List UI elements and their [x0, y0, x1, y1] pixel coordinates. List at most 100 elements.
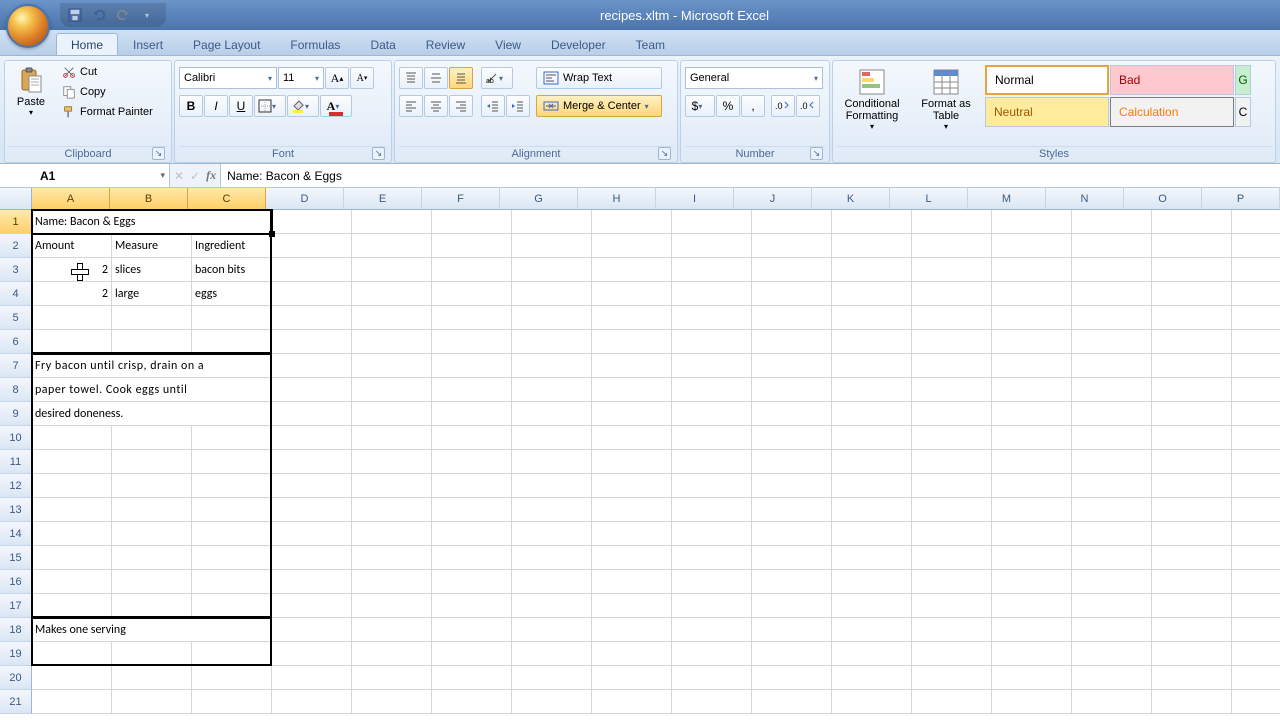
row-header-9[interactable]: 9 [0, 402, 32, 426]
conditional-formatting-button[interactable]: Conditional Formatting▾ [837, 65, 907, 134]
orientation-button[interactable]: ab▾ [481, 67, 513, 89]
undo-icon[interactable] [90, 6, 108, 24]
cell-A4[interactable]: 2 [32, 282, 112, 306]
row-header-10[interactable]: 10 [0, 426, 32, 450]
align-middle-button[interactable] [424, 67, 448, 89]
worksheet[interactable]: ABCDEFGHIJKLMNOP 12345678910111213141516… [0, 188, 1280, 720]
row-header-13[interactable]: 13 [0, 498, 32, 522]
col-header-D[interactable]: D [266, 188, 344, 209]
cell-A2[interactable]: Amount [32, 234, 112, 258]
align-center-button[interactable] [424, 95, 448, 117]
align-top-button[interactable] [399, 67, 423, 89]
col-header-K[interactable]: K [812, 188, 890, 209]
increase-decimal-button[interactable]: .0 [771, 95, 795, 117]
col-header-B[interactable]: B [110, 188, 188, 209]
font-name-combo[interactable]: Calibri▾ [179, 67, 277, 89]
shrink-font-button[interactable]: A▾ [350, 67, 374, 89]
row-header-11[interactable]: 11 [0, 450, 32, 474]
col-header-I[interactable]: I [656, 188, 734, 209]
row-header-8[interactable]: 8 [0, 378, 32, 402]
cell-A9[interactable]: desired doneness. [32, 402, 272, 426]
cancel-formula-icon[interactable]: ✕ [174, 169, 184, 183]
tab-team[interactable]: Team [621, 33, 680, 55]
cut-button[interactable]: Cut [57, 63, 158, 81]
cell-C2[interactable]: Ingredient [192, 234, 272, 258]
cell-A7[interactable]: Fry bacon until crisp, drain on a [32, 354, 272, 378]
select-all-corner[interactable] [0, 188, 32, 210]
col-header-O[interactable]: O [1124, 188, 1202, 209]
cell-A18[interactable]: Makes one serving [32, 618, 272, 642]
tab-formulas[interactable]: Formulas [275, 33, 355, 55]
cell-grid[interactable]: Name: Bacon & EggsAmountMeasureIngredien… [32, 210, 1280, 720]
cell-C4[interactable]: eggs [192, 282, 272, 306]
row-header-15[interactable]: 15 [0, 546, 32, 570]
bold-button[interactable]: B [179, 95, 203, 117]
paste-button[interactable]: Paste ▾ [9, 63, 53, 120]
row-header-14[interactable]: 14 [0, 522, 32, 546]
tab-developer[interactable]: Developer [536, 33, 621, 55]
row-header-5[interactable]: 5 [0, 306, 32, 330]
col-header-F[interactable]: F [422, 188, 500, 209]
col-header-M[interactable]: M [968, 188, 1046, 209]
align-bottom-button[interactable] [449, 67, 473, 89]
cell-B3[interactable]: slices [112, 258, 192, 282]
italic-button[interactable]: I [204, 95, 228, 117]
comma-button[interactable]: , [741, 95, 765, 117]
row-header-21[interactable]: 21 [0, 690, 32, 714]
qat-more-icon[interactable]: ▾ [138, 6, 156, 24]
col-header-G[interactable]: G [500, 188, 578, 209]
row-header-7[interactable]: 7 [0, 354, 32, 378]
alignment-launcher[interactable]: ↘ [658, 147, 671, 160]
tab-page-layout[interactable]: Page Layout [178, 33, 275, 55]
align-right-button[interactable] [449, 95, 473, 117]
col-header-H[interactable]: H [578, 188, 656, 209]
row-header-12[interactable]: 12 [0, 474, 32, 498]
style-neutral[interactable]: Neutral [985, 97, 1109, 127]
tab-insert[interactable]: Insert [118, 33, 178, 55]
decrease-indent-button[interactable] [481, 95, 505, 117]
style-check[interactable]: C [1235, 97, 1251, 127]
cell-B4[interactable]: large [112, 282, 192, 306]
style-normal[interactable]: Normal [985, 65, 1109, 95]
style-bad[interactable]: Bad [1110, 65, 1234, 95]
border-button[interactable]: ▾ [254, 95, 286, 117]
row-header-16[interactable]: 16 [0, 570, 32, 594]
col-header-P[interactable]: P [1202, 188, 1280, 209]
format-painter-button[interactable]: Format Painter [57, 103, 158, 121]
copy-button[interactable]: Copy [57, 83, 158, 101]
style-good[interactable]: G [1235, 65, 1251, 95]
col-header-A[interactable]: A [32, 188, 110, 209]
accounting-button[interactable]: $▾ [685, 95, 715, 117]
tab-home[interactable]: Home [56, 33, 118, 55]
cell-A3[interactable]: 2 [32, 258, 112, 282]
name-box[interactable]: A1 ▾ [0, 164, 170, 187]
cell-A8[interactable]: paper towel. Cook eggs until [32, 378, 272, 402]
col-header-E[interactable]: E [344, 188, 422, 209]
format-as-table-button[interactable]: Format as Table▾ [915, 65, 977, 134]
save-icon[interactable] [66, 6, 84, 24]
increase-indent-button[interactable] [506, 95, 530, 117]
font-color-button[interactable]: A ▾ [320, 95, 352, 117]
clipboard-launcher[interactable]: ↘ [152, 147, 165, 160]
tab-view[interactable]: View [480, 33, 536, 55]
cell-A1[interactable]: Name: Bacon & Eggs [32, 210, 272, 234]
row-header-2[interactable]: 2 [0, 234, 32, 258]
grow-font-button[interactable]: A▴ [325, 67, 349, 89]
wrap-text-button[interactable]: Wrap Text [536, 67, 662, 89]
row-header-17[interactable]: 17 [0, 594, 32, 618]
percent-button[interactable]: % [716, 95, 740, 117]
underline-button[interactable]: U [229, 95, 253, 117]
formula-input[interactable]: Name: Bacon & Eggs [221, 164, 1280, 187]
row-header-18[interactable]: 18 [0, 618, 32, 642]
redo-icon[interactable] [114, 6, 132, 24]
font-launcher[interactable]: ↘ [372, 147, 385, 160]
align-left-button[interactable] [399, 95, 423, 117]
row-header-20[interactable]: 20 [0, 666, 32, 690]
cell-B2[interactable]: Measure [112, 234, 192, 258]
row-header-6[interactable]: 6 [0, 330, 32, 354]
row-header-1[interactable]: 1 [0, 210, 32, 234]
row-header-4[interactable]: 4 [0, 282, 32, 306]
col-header-C[interactable]: C [188, 188, 266, 209]
fx-icon[interactable]: fx [206, 168, 216, 183]
style-calculation[interactable]: Calculation [1110, 97, 1234, 127]
